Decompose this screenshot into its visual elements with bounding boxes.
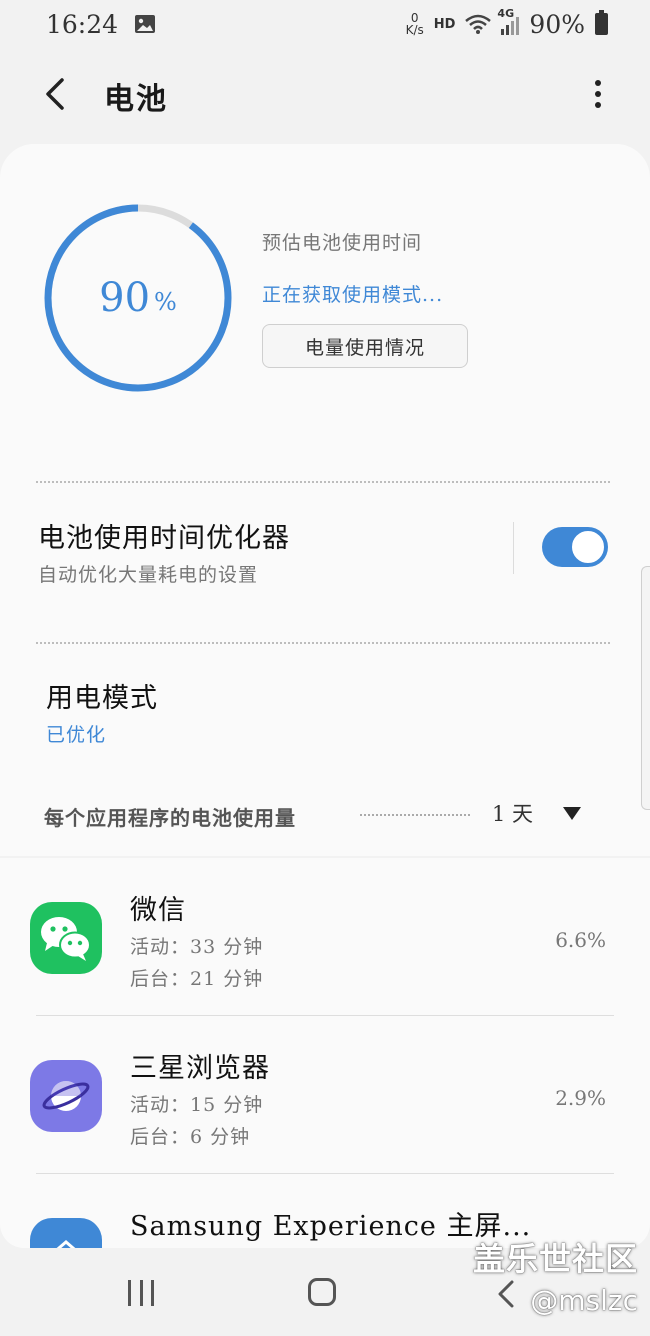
optimizer-subtitle: 自动优化大量耗电的设置 bbox=[38, 564, 259, 586]
hd-voice-indicator: HD bbox=[433, 16, 456, 32]
list-item[interactable]: 三星浏览器 活动：15 分钟 后台：6 分钟 2.9% bbox=[0, 1016, 650, 1174]
period-value: 1 天 bbox=[492, 802, 534, 826]
battery-icon bbox=[595, 10, 608, 35]
app-bar: 电池 bbox=[0, 62, 650, 126]
scrollbar-handle[interactable] bbox=[641, 566, 650, 810]
optimizer-title[interactable]: 电池使用时间优化器 bbox=[38, 516, 290, 555]
per-app-usage-label: 每个应用程序的电池使用量 bbox=[44, 806, 296, 830]
section-divider bbox=[36, 481, 610, 483]
status-bar: 16:24 0 K/s HD 4G 90% bbox=[0, 0, 650, 48]
battery-card: 90% 预估电池使用时间 正在获取使用模式... 电量使用情况 电池使用时间优化… bbox=[0, 144, 650, 856]
status-time: 16:24 bbox=[46, 9, 119, 39]
more-options-button[interactable] bbox=[588, 76, 608, 112]
app-name: 三星浏览器 bbox=[130, 1053, 270, 1084]
toggle-knob bbox=[570, 529, 606, 565]
back-button[interactable] bbox=[38, 72, 78, 116]
app-usage-percent: 6.6% bbox=[555, 928, 606, 952]
back-arrow-icon bbox=[46, 78, 64, 110]
page-title: 电池 bbox=[104, 82, 168, 117]
estimate-status: 正在获取使用模式... bbox=[262, 284, 444, 306]
recents-button[interactable] bbox=[128, 1280, 154, 1306]
app-usage-percent: 2.9% bbox=[555, 1086, 606, 1110]
app-name: 微信 bbox=[130, 895, 186, 926]
power-mode-value: 已优化 bbox=[46, 724, 107, 746]
app-name: Samsung Experience 主屏... bbox=[130, 1211, 532, 1242]
network-speed: 0 K/s bbox=[405, 11, 424, 37]
optimizer-toggle[interactable] bbox=[542, 527, 608, 567]
period-dropdown[interactable]: 1 天 bbox=[492, 798, 582, 828]
list-item[interactable]: 微信 活动：33 分钟 后台：21 分钟 6.6% bbox=[0, 858, 650, 1016]
section-divider bbox=[36, 642, 610, 644]
gallery-notification-icon bbox=[135, 15, 156, 33]
battery-level-text: 90% bbox=[99, 275, 177, 321]
more-vert-icon bbox=[595, 80, 601, 86]
cellular-signal-icon: 4G bbox=[497, 7, 520, 35]
per-app-divider bbox=[360, 814, 470, 816]
community-watermark: 盖乐世社区 @mslzc bbox=[472, 1240, 638, 1317]
app-background-time: 后台：21 分钟 bbox=[130, 968, 264, 990]
power-mode-title[interactable]: 用电模式 bbox=[46, 676, 158, 715]
app-usage-list: 微信 活动：33 分钟 后台：21 分钟 6.6% 三星浏览器 活动：15 分钟… bbox=[0, 858, 650, 1248]
wechat-icon bbox=[30, 902, 102, 974]
wifi-icon bbox=[465, 14, 492, 34]
app-active-time: 活动：15 分钟 bbox=[130, 1094, 264, 1116]
app-background-time: 后台：6 分钟 bbox=[130, 1126, 251, 1148]
home-button[interactable] bbox=[308, 1278, 336, 1306]
estimate-label: 预估电池使用时间 bbox=[262, 232, 423, 254]
toggle-separator bbox=[513, 522, 514, 574]
samsung-internet-icon bbox=[30, 1060, 102, 1132]
app-active-time: 活动：33 分钟 bbox=[130, 936, 264, 958]
battery-usage-button[interactable]: 电量使用情况 bbox=[262, 324, 468, 368]
dropdown-arrow-icon bbox=[563, 806, 582, 820]
battery-percent: 90% bbox=[529, 9, 585, 39]
home-icon bbox=[30, 1218, 102, 1248]
